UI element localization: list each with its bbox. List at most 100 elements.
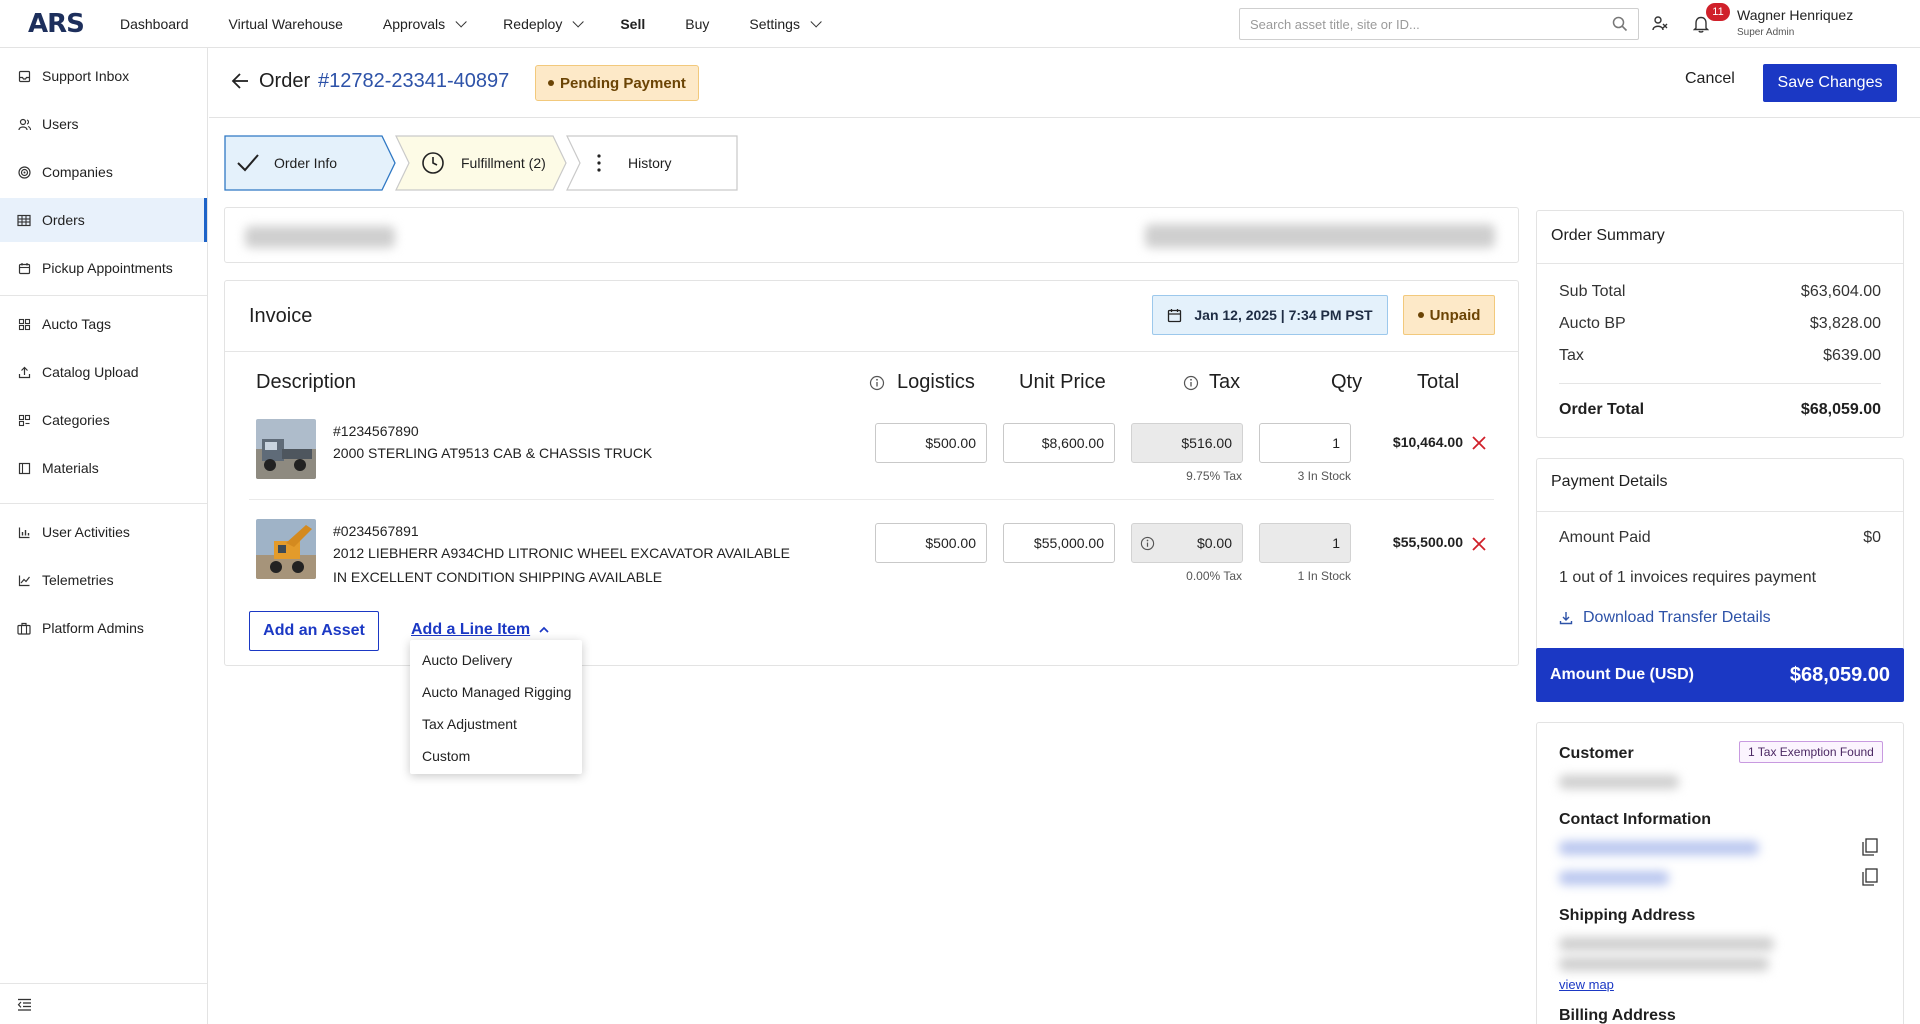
line-item-dropdown: Aucto Delivery Aucto Managed Rigging Tax… [410, 640, 582, 774]
unit-price-input[interactable]: $55,000.00 [1003, 523, 1115, 563]
step-order-info[interactable]: Order Info [224, 135, 396, 191]
order-summary-card: Order Summary Sub Total $63,604.00 Aucto … [1536, 210, 1904, 438]
dropdown-option-custom[interactable]: Custom [410, 740, 582, 772]
sidebar-item-orders[interactable]: Orders [0, 198, 207, 242]
add-asset-button[interactable]: Add an Asset [249, 611, 379, 651]
sidebar-item-telemetries[interactable]: Telemetries [0, 558, 207, 602]
sidebar-item-materials[interactable]: Materials [0, 446, 207, 490]
customer-card: Customer 1 Tax Exemption Found Contact I… [1536, 722, 1904, 1024]
notification-badge: 11 [1706, 3, 1730, 21]
tags-icon [16, 316, 32, 332]
nav-sell[interactable]: Sell [620, 16, 645, 32]
divider [1537, 263, 1903, 264]
status-dot [1417, 312, 1424, 318]
cancel-button[interactable]: Cancel [1685, 70, 1735, 88]
status-badge: Pending Payment [535, 65, 699, 101]
remove-row-icon[interactable] [1471, 536, 1487, 552]
chevron-down-icon [455, 16, 467, 28]
copy-icon[interactable] [1861, 867, 1879, 887]
user-switch-icon[interactable] [1650, 14, 1670, 34]
dropdown-option-tax-adjustment[interactable]: Tax Adjustment [410, 708, 582, 740]
sidebar-item-companies[interactable]: Companies [0, 150, 207, 194]
upload-icon [16, 364, 32, 380]
qty-input[interactable]: 1 [1259, 423, 1351, 463]
download-transfer-details-link[interactable]: Download Transfer Details [1559, 609, 1881, 627]
page-header: Order #12782-23341-40897 Pending Payment… [209, 48, 1920, 118]
stock-count: 1 In Stock [1297, 569, 1351, 583]
info-icon[interactable] [869, 375, 885, 391]
sidebar: Support Inbox Users Companies Orders Pic… [0, 48, 208, 1024]
back-arrow-icon[interactable] [231, 72, 249, 93]
redacted-text [245, 226, 395, 248]
briefcase-icon [16, 620, 32, 636]
user-name[interactable]: Wagner Henriquez [1737, 7, 1853, 23]
tax-exemption-badge[interactable]: 1 Tax Exemption Found [1739, 741, 1883, 763]
materials-icon [16, 460, 32, 476]
sidebar-item-aucto-tags[interactable]: Aucto Tags [0, 302, 207, 346]
remove-row-icon[interactable] [1471, 435, 1487, 451]
search-input[interactable] [1250, 16, 1612, 32]
asset-id: #1234567890 [333, 423, 419, 439]
nav-settings[interactable]: Settings [749, 16, 822, 32]
sidebar-item-catalog-upload[interactable]: Catalog Upload [0, 350, 207, 394]
invoice-card: Invoice Jan 12, 2025 | 7:34 PM PST Unpai… [224, 280, 1519, 666]
sidebar-item-users[interactable]: Users [0, 102, 207, 146]
asset-title[interactable]: 2000 STERLING AT9513 CAB & CHASSIS TRUCK [333, 441, 753, 465]
nav-dashboard[interactable]: Dashboard [120, 16, 189, 32]
column-header-total: Total [1417, 371, 1460, 393]
sidebar-item-support-inbox[interactable]: Support Inbox [0, 54, 207, 98]
redacted-address-line [1559, 937, 1774, 951]
step-fulfillment[interactable]: Fulfillment (2) [395, 135, 567, 191]
nav-virtual-warehouse[interactable]: Virtual Warehouse [229, 16, 343, 32]
shipping-address-title: Shipping Address [1559, 907, 1696, 924]
asset-thumbnail-excavator[interactable] [256, 519, 316, 579]
view-map-link[interactable]: view map [1559, 977, 1614, 992]
column-header-description: Description [256, 371, 357, 393]
info-icon[interactable] [1140, 536, 1155, 551]
invoice-date[interactable]: Jan 12, 2025 | 7:34 PM PST [1152, 295, 1388, 335]
order-number: #12782-23341-40897 [318, 70, 510, 92]
row-total: $55,500.00 [1392, 534, 1463, 550]
invoice-note: 1 out of 1 invoices requires payment [1559, 569, 1817, 586]
calendar-icon [16, 260, 32, 276]
page-title: Order [259, 70, 311, 92]
column-header-logistics: Logistics [869, 371, 975, 394]
step-history[interactable]: History [566, 135, 738, 191]
sidebar-divider [0, 983, 207, 984]
save-button[interactable]: Save Changes [1763, 64, 1897, 102]
sidebar-item-user-activities[interactable]: User Activities [0, 510, 207, 554]
logistics-input[interactable]: $500.00 [875, 423, 987, 463]
column-header-qty: Qty [1331, 371, 1363, 393]
top-navigation: ARS Dashboard Virtual Warehouse Approval… [0, 0, 1920, 48]
clock-icon [422, 152, 444, 174]
copy-icon[interactable] [1861, 837, 1879, 857]
nav-approvals[interactable]: Approvals [383, 16, 467, 32]
divider [225, 351, 1518, 352]
sidebar-divider [0, 295, 207, 296]
payment-details-card: Payment Details Amount Paid $0 1 out of 1… [1536, 458, 1904, 650]
sidebar-item-platform-admins[interactable]: Platform Admins [0, 606, 207, 650]
search-icon[interactable] [1612, 16, 1628, 32]
column-header-tax: Tax [1183, 371, 1240, 394]
info-icon[interactable] [1183, 375, 1199, 391]
nav-redeploy[interactable]: Redeploy [503, 16, 585, 32]
amount-paid-row: Amount Paid $0 [1559, 529, 1881, 546]
dropdown-option-aucto-managed-rigging[interactable]: Aucto Managed Rigging [410, 676, 582, 708]
sidebar-item-categories[interactable]: Categories [0, 398, 207, 442]
asset-title[interactable]: 2012 LIEBHERR A934CHD LITRONIC WHEEL EXC… [333, 541, 803, 589]
dropdown-option-aucto-delivery[interactable]: Aucto Delivery [410, 644, 582, 676]
sidebar-item-pickup-appointments[interactable]: Pickup Appointments [0, 246, 207, 290]
logo[interactable]: ARS [28, 9, 85, 39]
tax-field: $0.00 [1131, 523, 1243, 563]
add-line-item-button[interactable]: Add a Line Item [411, 621, 550, 639]
chevron-down-icon [572, 16, 585, 28]
collapse-menu-icon[interactable] [16, 996, 32, 1012]
asset-thumbnail-truck[interactable] [256, 419, 316, 479]
nav-buy[interactable]: Buy [685, 16, 709, 32]
check-icon [237, 154, 259, 172]
logistics-input[interactable]: $500.00 [875, 523, 987, 563]
payment-status-badge: Unpaid [1403, 295, 1495, 335]
unit-price-input[interactable]: $8,600.00 [1003, 423, 1115, 463]
summary-row-subtotal: Sub Total $63,604.00 [1559, 283, 1881, 300]
redacted-customer-name [1559, 775, 1679, 789]
